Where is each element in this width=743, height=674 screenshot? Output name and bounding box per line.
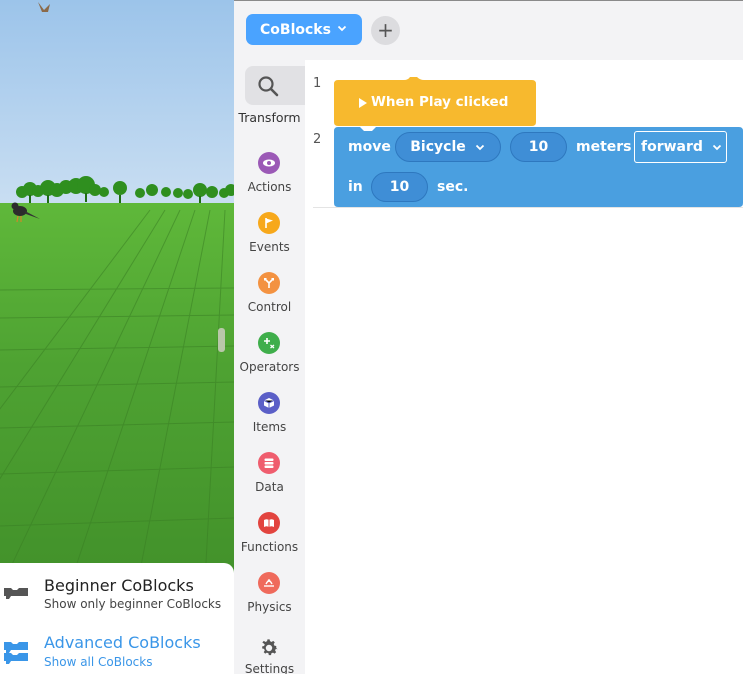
gear-icon bbox=[262, 639, 278, 656]
branch-icon bbox=[258, 272, 280, 294]
category-control[interactable]: Control bbox=[234, 264, 305, 324]
chevron-down-icon bbox=[712, 144, 722, 151]
item-dropdown[interactable]: Bicycle bbox=[395, 132, 501, 162]
plus-minus-icon bbox=[258, 332, 280, 354]
cube-icon bbox=[258, 392, 280, 414]
physics-icon bbox=[258, 572, 280, 594]
category-label: Physics bbox=[247, 600, 292, 614]
option-subtitle: Show only beginner CoBlocks bbox=[44, 597, 222, 611]
resize-handle bbox=[218, 328, 225, 352]
category-events[interactable]: Events bbox=[234, 204, 305, 264]
category-label: Control bbox=[247, 300, 292, 314]
category-label: Data bbox=[255, 480, 284, 494]
eye-icon bbox=[258, 152, 280, 174]
category-transform-highlight bbox=[245, 66, 305, 105]
line-number: 1 bbox=[313, 76, 322, 91]
category-label: Transform bbox=[238, 110, 301, 125]
line-number: 2 bbox=[313, 132, 322, 147]
item-dropdown-value: Bicycle bbox=[410, 139, 466, 155]
category-items[interactable]: Items bbox=[234, 384, 305, 444]
category-sidebar: Transform Actions Events Control Operato bbox=[234, 60, 305, 674]
coblocks-tab-label: CoBlocks bbox=[260, 21, 331, 38]
category-label: Actions bbox=[247, 180, 292, 194]
category-actions[interactable]: Actions bbox=[234, 144, 305, 204]
time-unit-label: sec. bbox=[437, 179, 469, 195]
coblocks-mode-menu: Beginner CoBlocks Show only beginner CoB… bbox=[0, 563, 234, 674]
editor-toolbar: CoBlocks + bbox=[234, 0, 743, 60]
beginner-coblocks-option[interactable]: Beginner CoBlocks Show only beginner CoB… bbox=[0, 563, 234, 618]
direction-select[interactable]: forward bbox=[634, 131, 727, 163]
hat-block-label: When Play clicked bbox=[371, 94, 509, 110]
code-canvas[interactable]: 1 2 When Play clicked move Bicycle 10 me… bbox=[305, 60, 743, 674]
in-keyword: in bbox=[348, 179, 363, 195]
code-editor: CoBlocks + Transform Actions Events Cont… bbox=[234, 0, 743, 674]
add-tab-button[interactable]: + bbox=[371, 16, 400, 45]
duration-input[interactable]: 10 bbox=[371, 172, 428, 202]
database-icon bbox=[258, 452, 280, 474]
distance-input[interactable]: 10 bbox=[510, 132, 567, 162]
category-label: Operators bbox=[239, 360, 300, 374]
row-divider bbox=[313, 207, 743, 208]
settings-label: Settings bbox=[244, 662, 295, 674]
category-label: Items bbox=[252, 420, 287, 434]
direction-select-value: forward bbox=[641, 139, 703, 155]
chevron-down-icon bbox=[337, 25, 347, 32]
category-data[interactable]: Data bbox=[234, 444, 305, 504]
option-title: Beginner CoBlocks bbox=[44, 576, 194, 595]
advanced-coblocks-option[interactable]: Advanced CoBlocks Show all CoBlocks bbox=[0, 621, 234, 674]
category-label: Events bbox=[249, 240, 290, 254]
beginner-block-icon bbox=[4, 588, 28, 599]
search-icon bbox=[258, 76, 279, 97]
play-icon bbox=[359, 98, 367, 108]
flag-icon bbox=[258, 212, 280, 234]
category-functions[interactable]: Functions bbox=[234, 504, 305, 564]
book-icon bbox=[258, 512, 280, 534]
option-subtitle: Show all CoBlocks bbox=[44, 655, 153, 669]
move-keyword: move bbox=[348, 139, 391, 155]
settings-button[interactable]: Settings bbox=[234, 627, 305, 674]
coblocks-tab-button[interactable]: CoBlocks bbox=[246, 14, 362, 45]
chevron-down-icon bbox=[475, 144, 484, 151]
unit-label: meters bbox=[576, 139, 632, 155]
category-transform[interactable]: Transform bbox=[234, 60, 305, 125]
category-label: Functions bbox=[240, 540, 299, 554]
option-title: Advanced CoBlocks bbox=[44, 633, 201, 652]
category-physics[interactable]: Physics bbox=[234, 564, 305, 624]
advanced-blocks-icon bbox=[4, 642, 28, 664]
category-operators[interactable]: Operators bbox=[234, 324, 305, 384]
